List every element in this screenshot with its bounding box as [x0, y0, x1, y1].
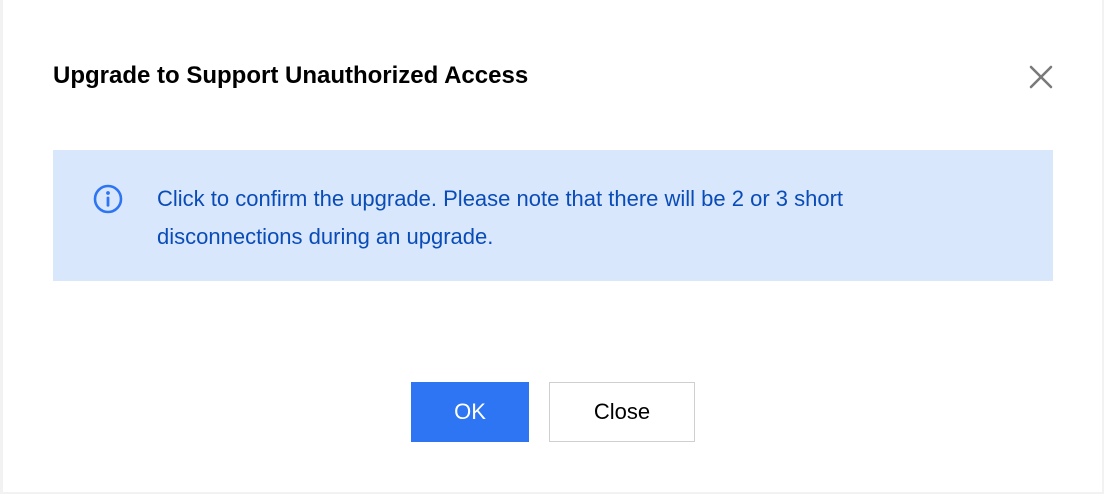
info-alert: Click to confirm the upgrade. Please not…	[53, 150, 1053, 281]
close-icon	[1029, 65, 1053, 89]
dialog-title: Upgrade to Support Unauthorized Access	[53, 62, 529, 89]
close-dialog-button[interactable]: Close	[549, 382, 695, 442]
upgrade-dialog: Upgrade to Support Unauthorized Access C…	[3, 0, 1102, 492]
info-icon	[93, 184, 123, 214]
alert-message: Click to confirm the upgrade. Please not…	[157, 186, 844, 249]
ok-button[interactable]: OK	[411, 382, 529, 442]
close-button[interactable]	[1023, 59, 1059, 95]
